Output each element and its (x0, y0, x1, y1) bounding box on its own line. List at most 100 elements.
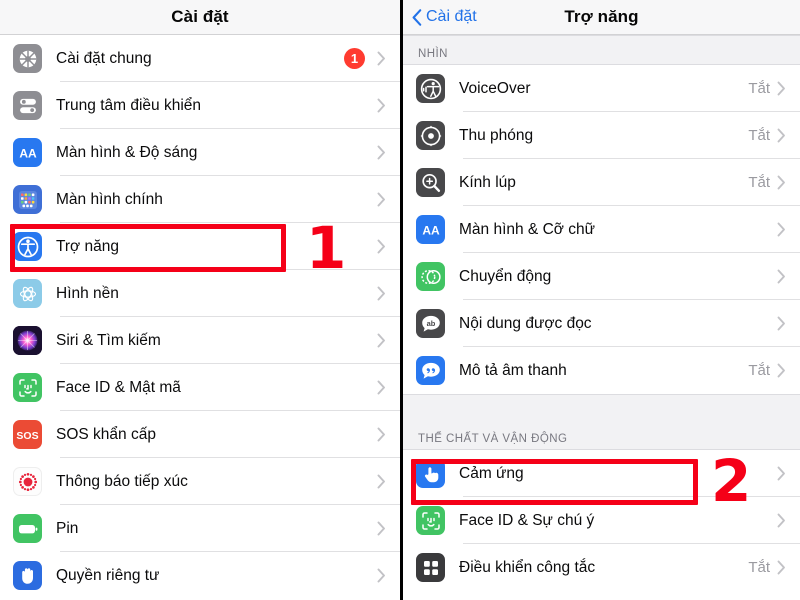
list-item[interactable]: Mô tả âm thanh Tắt (403, 347, 800, 394)
face-id-icon (416, 506, 445, 535)
chevron-right-icon (777, 175, 786, 190)
list-item-value: Tắt (748, 559, 770, 576)
list-item[interactable]: Face ID & Mật mã (0, 364, 400, 411)
motion-icon (416, 262, 445, 291)
display-brightness-icon: AA (13, 138, 42, 167)
chevron-right-icon (777, 316, 786, 331)
list-item-label: Thông báo tiếp xúc (56, 472, 188, 490)
list-item-label: Siri & Tìm kiếm (56, 331, 161, 349)
privacy-hand-icon (13, 561, 42, 590)
section-header-physical-motor: THỂ CHẤT VÀ VẬN ĐỘNG (403, 420, 800, 450)
list-item[interactable]: AA Màn hình & Cỡ chữ (403, 206, 800, 253)
list-item-label: Cảm ứng (459, 464, 524, 482)
list-item-label: Chuyển động (459, 267, 552, 285)
chevron-right-icon (377, 192, 386, 207)
home-screen-icon (13, 185, 42, 214)
list-item-label: Trung tâm điều khiển (56, 96, 202, 114)
list-item-label: Màn hình & Cỡ chữ (459, 220, 595, 238)
back-button-label: Cài đặt (426, 8, 477, 25)
list-item-label: Cài đặt chung (56, 49, 152, 67)
chevron-right-icon (777, 363, 786, 378)
list-item[interactable]: SOS SOS khẩn cấp (0, 411, 400, 458)
list-item[interactable]: Pin (0, 505, 400, 552)
chevron-right-icon (777, 128, 786, 143)
section-spacer (403, 394, 800, 420)
list-item[interactable]: ab Nội dung được đọc (403, 300, 800, 347)
list-item-value: Tắt (748, 127, 770, 144)
chevron-right-icon (377, 333, 386, 348)
chevron-right-icon (777, 466, 786, 481)
list-item-label: Face ID & Sự chú ý (459, 511, 595, 529)
face-id-icon (13, 373, 42, 402)
chevron-right-icon (377, 51, 386, 66)
list-item-label: VoiceOver (459, 79, 531, 97)
list-item[interactable]: Siri & Tìm kiếm (0, 317, 400, 364)
status-badge: 1 (344, 48, 365, 69)
list-item-value: Tắt (748, 80, 770, 97)
chevron-right-icon (377, 98, 386, 113)
chevron-right-icon (777, 222, 786, 237)
list-item[interactable]: AA Màn hình & Độ sáng (0, 129, 400, 176)
list-item[interactable]: Quyền riêng tư (0, 552, 400, 599)
list-item[interactable]: Cài đặt chung 1 (0, 35, 400, 82)
list-item-value: Tắt (748, 362, 770, 379)
list-item[interactable]: VoiceOver Tắt (403, 65, 800, 112)
battery-icon (13, 514, 42, 543)
chevron-right-icon (377, 427, 386, 442)
list-item[interactable]: Chuyển động (403, 253, 800, 300)
accessibility-screen: Cài đặt Trợ năng NHÌN VoiceOver Tắt Thu … (400, 0, 800, 600)
list-item-label: Thu phóng (459, 126, 534, 144)
page-title: Cài đặt (171, 7, 229, 26)
chevron-right-icon (777, 560, 786, 575)
right-navbar: Cài đặt Trợ năng (403, 0, 800, 35)
list-item[interactable]: Trung tâm điều khiển (0, 82, 400, 129)
list-item-label: Màn hình chính (56, 190, 163, 208)
list-item-label: Màn hình & Độ sáng (56, 143, 198, 161)
accessibility-icon (13, 232, 42, 261)
svg-text:AA: AA (19, 146, 37, 160)
chevron-right-icon (777, 513, 786, 528)
chevron-right-icon (377, 239, 386, 254)
list-item[interactable]: Điều khiển công tắc Tắt (403, 544, 800, 591)
list-item[interactable]: Thông báo tiếp xúc (0, 458, 400, 505)
svg-text:ab: ab (426, 319, 435, 328)
exposure-notification-icon (13, 467, 42, 496)
screenshot-root: Cài đặt Cài đặt chung 1 Trung tâm điều k… (0, 0, 800, 600)
chevron-right-icon (777, 269, 786, 284)
list-item[interactable]: Kính lúp Tắt (403, 159, 800, 206)
gear-icon (13, 44, 42, 73)
sos-icon: SOS (13, 420, 42, 449)
step-number-2: 2 (711, 447, 752, 515)
settings-screen: Cài đặt Cài đặt chung 1 Trung tâm điều k… (0, 0, 400, 600)
list-item-label: Nội dung được đọc (459, 314, 592, 332)
settings-list: Cài đặt chung 1 Trung tâm điều khiển AA (0, 35, 400, 599)
chevron-right-icon (377, 568, 386, 583)
back-button[interactable]: Cài đặt (412, 8, 477, 26)
list-item-label: Quyền riêng tư (56, 566, 160, 584)
touch-icon (416, 459, 445, 488)
chevron-left-icon (412, 9, 422, 26)
display-text-icon: AA (416, 215, 445, 244)
chevron-right-icon (377, 286, 386, 301)
step-number-1: 1 (306, 214, 347, 282)
list-item-label: Mô tả âm thanh (459, 361, 567, 379)
audio-description-icon (416, 356, 445, 385)
switch-control-icon (416, 553, 445, 582)
zoom-icon (416, 121, 445, 150)
chevron-right-icon (377, 474, 386, 489)
wallpaper-icon (13, 279, 42, 308)
voiceover-icon (416, 74, 445, 103)
chevron-right-icon (777, 81, 786, 96)
chevron-right-icon (377, 145, 386, 160)
section-header-vision: NHÌN (403, 35, 800, 65)
list-item-label: Hình nền (56, 284, 119, 302)
svg-text:AA: AA (422, 223, 440, 237)
magnifier-icon (416, 168, 445, 197)
siri-icon (13, 326, 42, 355)
chevron-right-icon (377, 380, 386, 395)
vision-section-list: VoiceOver Tắt Thu phóng Tắt Kính lúp Tắt… (403, 65, 800, 394)
list-item-label: Pin (56, 519, 79, 537)
list-item-value: Tắt (748, 174, 770, 191)
list-item[interactable]: Thu phóng Tắt (403, 112, 800, 159)
list-item-label: Trợ năng (56, 237, 120, 255)
